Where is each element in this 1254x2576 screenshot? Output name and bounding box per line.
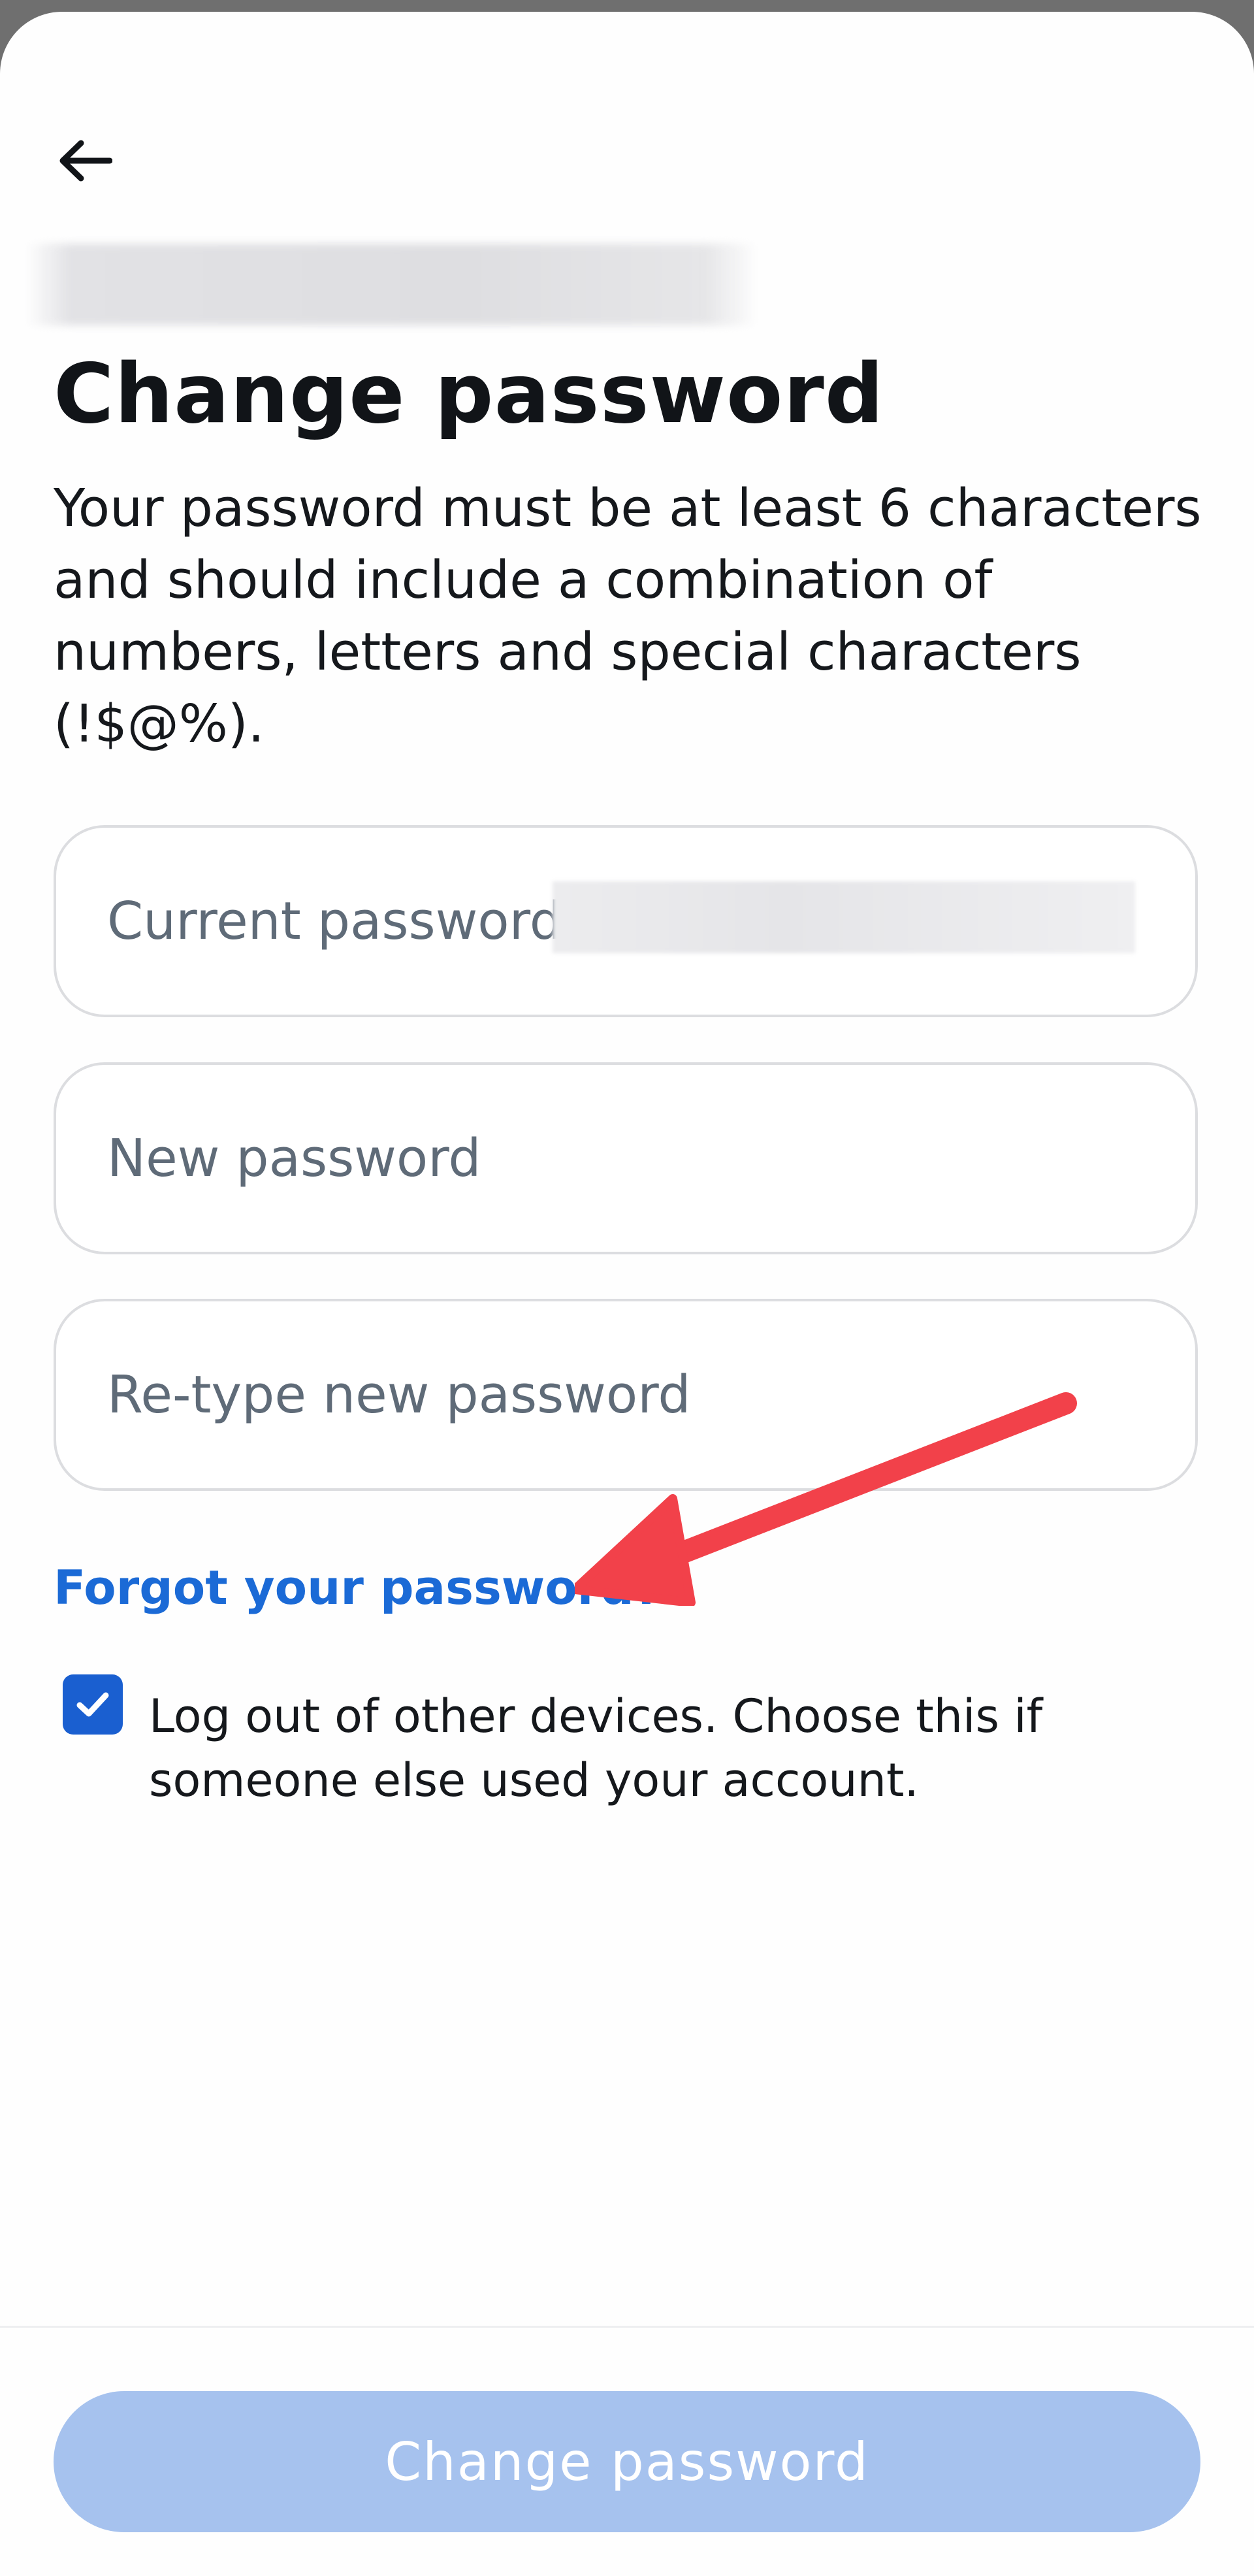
account-name-redacted <box>26 244 758 325</box>
arrow-left-icon <box>59 140 112 182</box>
back-button[interactable] <box>54 129 116 192</box>
red-arrow-pointer <box>575 1392 1077 1606</box>
change-password-sheet: Change password Your password must be at… <box>0 12 1254 2576</box>
current-password-field[interactable] <box>54 825 1198 1017</box>
change-password-button[interactable]: Change password <box>54 2391 1200 2532</box>
new-password-input[interactable] <box>107 1065 1126 1252</box>
new-password-field[interactable] <box>54 1062 1198 1254</box>
logout-others-label[interactable]: Log out of other devices. Choose this if… <box>149 1684 1076 1812</box>
checkmark-icon <box>76 1692 109 1717</box>
forgot-password-link[interactable]: Forgot your password? <box>54 1560 662 1615</box>
redacted-region <box>553 881 1135 953</box>
footer-divider <box>0 2326 1254 2328</box>
page-title: Change password <box>54 346 884 442</box>
logout-others-checkbox[interactable] <box>63 1674 123 1735</box>
password-requirements: Your password must be at least 6 charact… <box>54 478 1202 754</box>
